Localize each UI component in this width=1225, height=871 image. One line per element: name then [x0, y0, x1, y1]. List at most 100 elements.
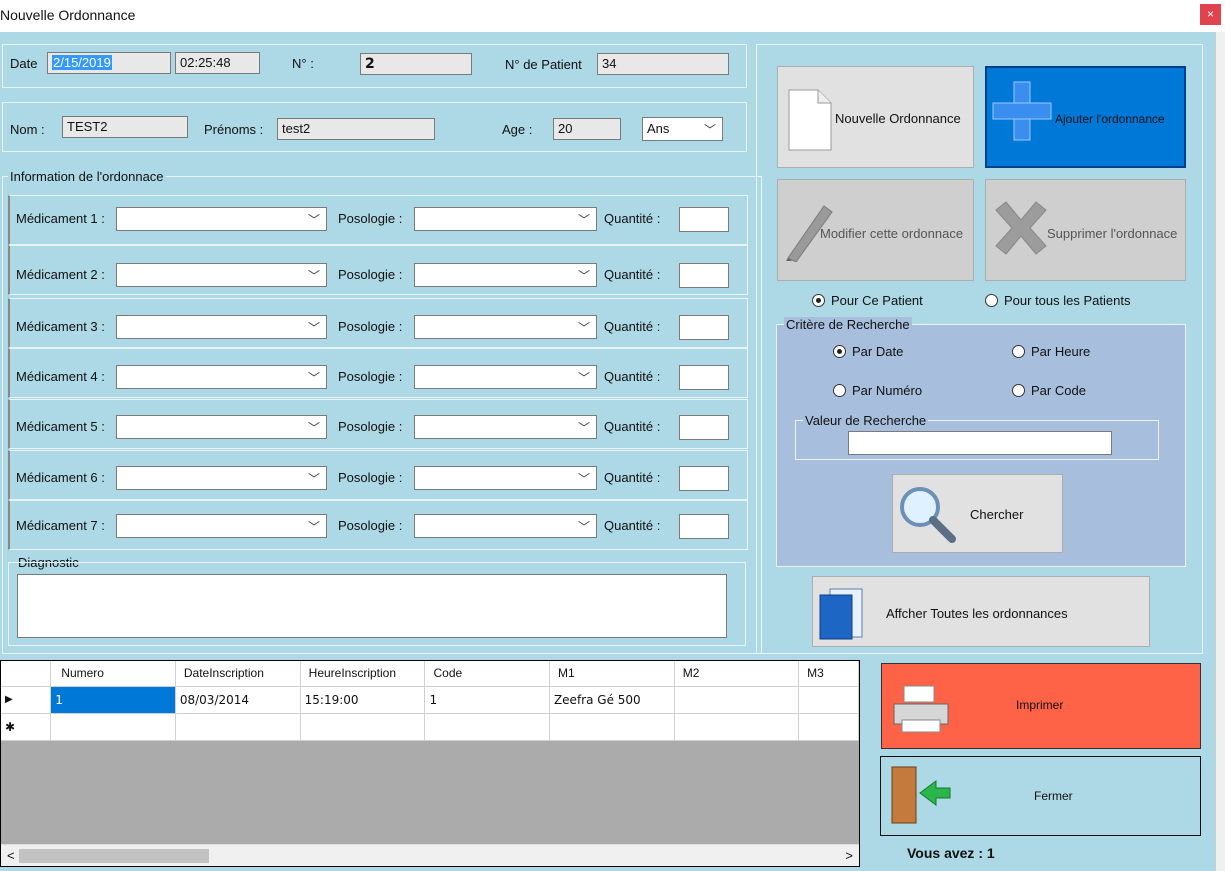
table-cell[interactable]: [424, 713, 550, 741]
column-header[interactable]: HeureInscription: [300, 661, 426, 687]
ordonnances-grid[interactable]: Numero DateInscription HeureInscription Cod…: [0, 660, 860, 867]
age-unit-select[interactable]: Ans ﹀: [642, 117, 723, 141]
medicament-select[interactable]: ﹀: [116, 315, 327, 339]
patient-num-field[interactable]: 34: [597, 53, 729, 75]
radio-pour-ce-patient[interactable]: Pour Ce Patient: [812, 293, 923, 308]
scroll-right-icon[interactable]: >: [845, 848, 853, 863]
radio-par-numero[interactable]: Par Numéro: [833, 383, 922, 398]
medicament-select[interactable]: ﹀: [116, 415, 327, 439]
supprimer-ordonnance-button[interactable]: Supprimer l'ordonnace: [985, 179, 1186, 281]
posologie-label: Posologie :: [338, 211, 403, 226]
posologie-label: Posologie :: [338, 267, 403, 282]
imprimer-button[interactable]: Imprimer: [881, 663, 1201, 749]
prenoms-label: Prénoms :: [204, 122, 264, 137]
age-unit-value: Ans: [647, 121, 670, 136]
chercher-label: Chercher: [970, 507, 1024, 522]
medicament-row: Médicament 7 : ﹀ Posologie : ﹀ Quantité :: [8, 500, 748, 550]
time-field[interactable]: 02:25:48: [175, 52, 260, 74]
chevron-down-icon: ﹀: [307, 213, 320, 227]
column-header[interactable]: M1: [549, 661, 675, 687]
table-cell[interactable]: [50, 713, 176, 741]
nouvelle-ordonnance-button[interactable]: Nouvelle Ordonnance: [777, 66, 974, 168]
table-cell[interactable]: [674, 686, 800, 714]
quantite-label: Quantité :: [604, 419, 661, 434]
table-cell[interactable]: [300, 713, 426, 741]
column-header[interactable]: M3: [798, 661, 859, 687]
table-cell[interactable]: Zeefra Gé 500: [549, 686, 675, 714]
posologie-select[interactable]: ﹀: [414, 365, 597, 389]
new-row[interactable]: ✱: [1, 713, 859, 741]
quantite-input[interactable]: [679, 365, 729, 390]
ordonnance-group-label: Information de l'ordonnace: [8, 169, 166, 184]
medicament-select[interactable]: ﹀: [116, 207, 327, 231]
radio-indicator: [833, 384, 846, 397]
table-cell[interactable]: [798, 713, 859, 741]
scroll-thumb[interactable]: [19, 849, 209, 863]
table-cell[interactable]: [798, 686, 859, 714]
table-cell[interactable]: [549, 713, 675, 741]
chevron-down-icon: ﹀: [307, 321, 320, 335]
medicament-row: Médicament 2 : ﹀ Posologie : ﹀ Quantité :: [8, 245, 748, 295]
age-field[interactable]: 20: [553, 118, 621, 140]
table-cell[interactable]: [674, 713, 800, 741]
medicament-select[interactable]: ﹀: [116, 263, 327, 287]
medicament-select[interactable]: ﹀: [116, 365, 327, 389]
table-cell[interactable]: 08/03/2014: [175, 686, 301, 714]
posologie-select[interactable]: ﹀: [414, 263, 597, 287]
medicament-select[interactable]: ﹀: [116, 466, 327, 490]
num-field[interactable]: 2: [360, 53, 472, 75]
column-header[interactable]: M2: [674, 661, 800, 687]
table-cell[interactable]: [175, 713, 301, 741]
chercher-button[interactable]: Chercher: [892, 474, 1063, 553]
chevron-down-icon: ﹀: [577, 371, 590, 385]
column-header[interactable]: Numero: [50, 661, 176, 687]
posologie-select[interactable]: ﹀: [414, 207, 597, 231]
radio-pour-tous[interactable]: Pour tous les Patients: [985, 293, 1130, 308]
radio-label: Par Date: [852, 344, 904, 359]
ajouter-ordonnance-button[interactable]: Ajouter l'ordonnance: [985, 66, 1186, 168]
medicament-label: Médicament 6 :: [16, 470, 105, 485]
column-header[interactable]: Code: [424, 661, 550, 687]
modifier-label: Modifier cette ordonnace: [820, 226, 964, 241]
afficher-ordonnances-button[interactable]: Affcher Toutes les ordonnances: [812, 576, 1150, 647]
diagnostic-textarea[interactable]: [17, 574, 727, 638]
table-cell[interactable]: 1: [50, 686, 176, 714]
posologie-select[interactable]: ﹀: [414, 466, 597, 490]
date-field[interactable]: 2/15/2019: [47, 52, 171, 74]
table-row[interactable]: ▶ 1 08/03/2014 15:19:00 1 Zeefra Gé 500: [1, 686, 859, 714]
radio-par-heure[interactable]: Par Heure: [1012, 344, 1090, 359]
fermer-label: Fermer: [1034, 789, 1073, 803]
quantite-input[interactable]: [679, 315, 729, 340]
fermer-button[interactable]: Fermer: [880, 756, 1201, 836]
scroll-left-icon[interactable]: <: [7, 848, 15, 863]
column-header[interactable]: DateInscription: [175, 661, 301, 687]
row-current-marker[interactable]: ▶: [1, 686, 52, 714]
radio-label: Par Heure: [1031, 344, 1091, 359]
radio-par-code[interactable]: Par Code: [1012, 383, 1086, 398]
chevron-down-icon: ﹀: [577, 520, 590, 534]
new-row-marker: ✱: [1, 713, 52, 741]
posologie-select[interactable]: ﹀: [414, 415, 597, 439]
quantite-input[interactable]: [679, 514, 729, 539]
prenoms-field[interactable]: test2: [277, 118, 435, 140]
x-icon: [995, 201, 1047, 255]
table-cell[interactable]: 1: [424, 686, 550, 714]
medicament-select[interactable]: ﹀: [116, 514, 327, 538]
posologie-select[interactable]: ﹀: [414, 315, 597, 339]
radio-indicator: [985, 294, 998, 307]
chevron-down-icon: ﹀: [307, 421, 320, 435]
close-button[interactable]: ×: [1200, 4, 1221, 25]
quantite-input[interactable]: [679, 415, 729, 440]
table-cell[interactable]: 15:19:00: [300, 686, 426, 714]
quantite-input[interactable]: [679, 207, 729, 232]
posologie-select[interactable]: ﹀: [414, 514, 597, 538]
quantite-input[interactable]: [679, 263, 729, 288]
modifier-ordonnance-button[interactable]: Modifier cette ordonnace: [777, 179, 974, 281]
medicament-row: Médicament 1 : ﹀ Posologie : ﹀ Quantité :: [8, 195, 748, 245]
grid-table: Numero DateInscription HeureInscription Cod…: [1, 661, 859, 741]
quantite-input[interactable]: [679, 466, 729, 491]
grid-horizontal-scrollbar[interactable]: < >: [1, 844, 859, 866]
search-value-input[interactable]: [848, 431, 1112, 455]
radio-par-date[interactable]: Par Date: [833, 344, 903, 359]
nom-field[interactable]: TEST2: [62, 116, 188, 138]
